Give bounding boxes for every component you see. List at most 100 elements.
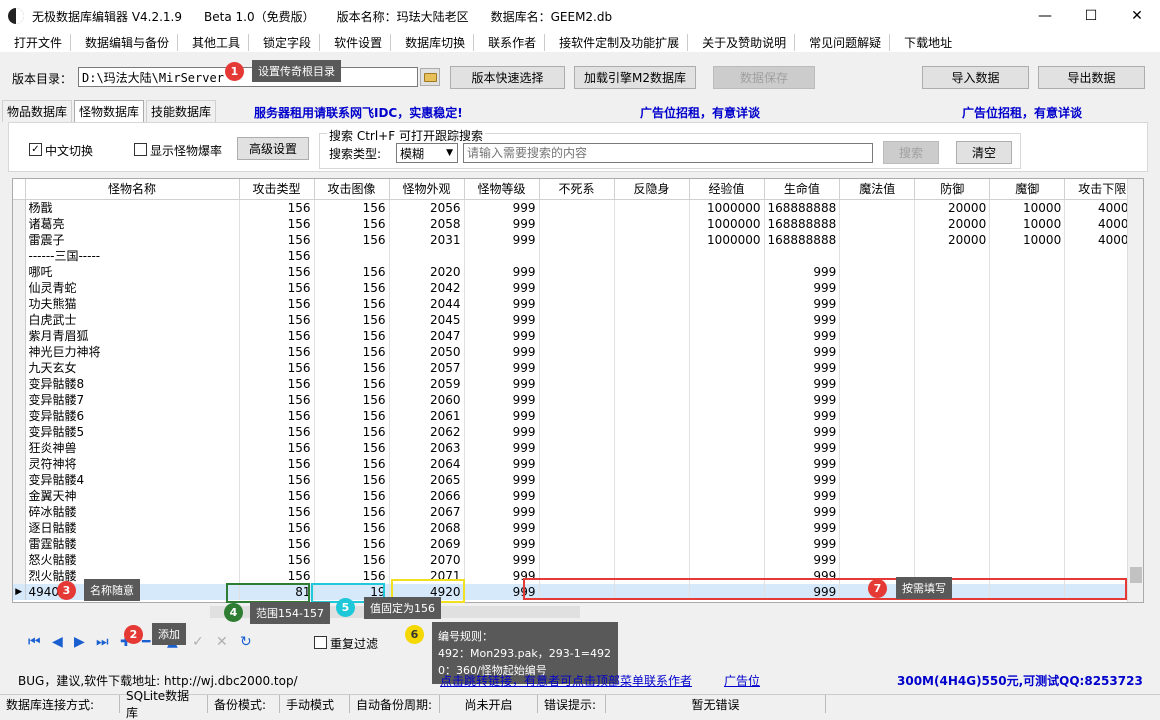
- confirm-icon[interactable]: ✓: [192, 634, 204, 650]
- table-row[interactable]: 九天玄女 156 156 2057 999 999: [13, 359, 1141, 376]
- jump-link[interactable]: 点击跳转链接，有意者可点击顶部菜单联系作者: [440, 672, 692, 689]
- export-button[interactable]: 导出数据: [1038, 66, 1145, 89]
- table-cell[interactable]: [914, 455, 991, 472]
- table-cell[interactable]: [614, 327, 690, 344]
- row-indicator[interactable]: [13, 487, 26, 504]
- menu-download[interactable]: 下载地址: [896, 34, 960, 51]
- table-cell[interactable]: [989, 423, 1066, 440]
- chinese-toggle-checkbox[interactable]: ✓: [29, 143, 42, 156]
- table-cell[interactable]: 999: [764, 343, 841, 360]
- table-cell[interactable]: 156: [314, 407, 390, 424]
- table-cell[interactable]: 156: [314, 551, 390, 568]
- scroll-thumb[interactable]: [1130, 567, 1142, 583]
- table-cell[interactable]: [839, 215, 916, 232]
- vertical-scrollbar[interactable]: [1127, 179, 1143, 602]
- table-row[interactable]: 雷霆骷髅 156 156 2069 999 999: [13, 535, 1141, 552]
- table-cell[interactable]: [614, 231, 690, 248]
- table-cell[interactable]: 156: [239, 327, 315, 344]
- table-cell[interactable]: [614, 519, 690, 536]
- table-cell[interactable]: [914, 247, 991, 264]
- table-cell[interactable]: 156: [239, 535, 315, 552]
- table-cell[interactable]: 2047: [389, 327, 465, 344]
- table-cell[interactable]: 2059: [389, 375, 465, 392]
- table-cell[interactable]: 156: [239, 199, 315, 216]
- table-cell[interactable]: 156: [239, 503, 315, 520]
- table-cell[interactable]: 999: [464, 343, 540, 360]
- table-cell[interactable]: 156: [239, 311, 315, 328]
- table-cell[interactable]: [614, 359, 690, 376]
- table-cell[interactable]: [614, 247, 690, 264]
- row-indicator[interactable]: [13, 311, 26, 328]
- table-cell[interactable]: [839, 343, 916, 360]
- row-indicator[interactable]: [13, 551, 26, 568]
- table-cell[interactable]: [839, 423, 916, 440]
- table-row[interactable]: 金翼天神 156 156 2066 999 999: [13, 487, 1141, 504]
- table-cell[interactable]: 999: [464, 311, 540, 328]
- table-cell[interactable]: 156: [314, 375, 390, 392]
- table-cell[interactable]: 156: [314, 423, 390, 440]
- table-row[interactable]: 白虎武士 156 156 2045 999 999: [13, 311, 1141, 328]
- table-cell[interactable]: 1000000: [689, 199, 765, 216]
- table-cell[interactable]: [839, 391, 916, 408]
- monster-name-cell[interactable]: 狂炎神兽: [25, 439, 240, 456]
- table-row[interactable]: 变异骷髅8 156 156 2059 999 999: [13, 375, 1141, 392]
- refresh-icon[interactable]: ↻: [240, 634, 252, 650]
- table-cell[interactable]: [914, 423, 991, 440]
- monster-name-cell[interactable]: 杨戬: [25, 199, 240, 216]
- menu-db-switch[interactable]: 数据库切换: [397, 33, 475, 51]
- table-row[interactable]: 紫月青眉狐 156 156 2047 999 999: [13, 327, 1141, 344]
- table-row[interactable]: 哪吒 156 156 2020 999 999: [13, 263, 1141, 280]
- table-cell[interactable]: [689, 535, 765, 552]
- row-indicator[interactable]: [13, 567, 26, 584]
- column-header[interactable]: 防御: [914, 179, 991, 200]
- table-cell[interactable]: 2050: [389, 343, 465, 360]
- table-cell[interactable]: [539, 503, 615, 520]
- table-cell[interactable]: 2069: [389, 535, 465, 552]
- table-cell[interactable]: [539, 391, 615, 408]
- table-cell[interactable]: 156: [239, 519, 315, 536]
- row-indicator[interactable]: [13, 247, 26, 264]
- table-cell[interactable]: 156: [239, 263, 315, 280]
- table-cell[interactable]: 1000000: [689, 231, 765, 248]
- monster-name-cell[interactable]: 仙灵青蛇: [25, 279, 240, 296]
- row-indicator[interactable]: [13, 199, 26, 216]
- table-cell[interactable]: 156: [239, 391, 315, 408]
- table-cell[interactable]: [839, 199, 916, 216]
- row-indicator[interactable]: [13, 471, 26, 488]
- table-cell[interactable]: [689, 503, 765, 520]
- row-indicator[interactable]: [13, 263, 26, 280]
- table-cell[interactable]: 156: [314, 567, 390, 584]
- table-cell[interactable]: 10000: [989, 231, 1066, 248]
- table-cell[interactable]: [914, 503, 991, 520]
- monster-name-cell[interactable]: 金翼天神: [25, 487, 240, 504]
- menu-lock-fields[interactable]: 锁定字段: [255, 33, 321, 51]
- table-cell[interactable]: [914, 375, 991, 392]
- column-header[interactable]: 攻击图像: [314, 179, 390, 200]
- table-cell[interactable]: [614, 263, 690, 280]
- current-row-arrow-icon[interactable]: ▶: [13, 583, 26, 600]
- table-cell[interactable]: 156: [239, 215, 315, 232]
- search-input[interactable]: [463, 143, 873, 163]
- column-header[interactable]: 攻击类型: [239, 179, 315, 200]
- table-cell[interactable]: [839, 247, 916, 264]
- quick-select-button[interactable]: 版本快速选择: [450, 66, 565, 89]
- table-row[interactable]: 仙灵青蛇 156 156 2042 999 999: [13, 279, 1141, 296]
- column-header[interactable]: 怪物外观: [389, 179, 465, 200]
- table-cell[interactable]: [914, 535, 991, 552]
- table-cell[interactable]: [614, 279, 690, 296]
- table-cell[interactable]: [989, 343, 1066, 360]
- table-row[interactable]: 杨戬 156 156 2056 999 1000000 168888888 20000 1000…: [13, 199, 1141, 216]
- row-indicator[interactable]: [13, 391, 26, 408]
- table-cell[interactable]: 156: [314, 359, 390, 376]
- table-cell[interactable]: [839, 503, 916, 520]
- row-indicator[interactable]: [13, 215, 26, 232]
- table-cell[interactable]: [539, 311, 615, 328]
- table-cell[interactable]: [839, 487, 916, 504]
- table-cell[interactable]: 999: [464, 199, 540, 216]
- table-row[interactable]: 诸葛亮 156 156 2058 999 1000000 168888888 20000 100…: [13, 215, 1141, 232]
- table-cell[interactable]: [464, 247, 540, 264]
- table-cell[interactable]: [689, 471, 765, 488]
- table-cell[interactable]: [614, 311, 690, 328]
- table-cell[interactable]: 999: [464, 375, 540, 392]
- table-cell[interactable]: 156: [239, 471, 315, 488]
